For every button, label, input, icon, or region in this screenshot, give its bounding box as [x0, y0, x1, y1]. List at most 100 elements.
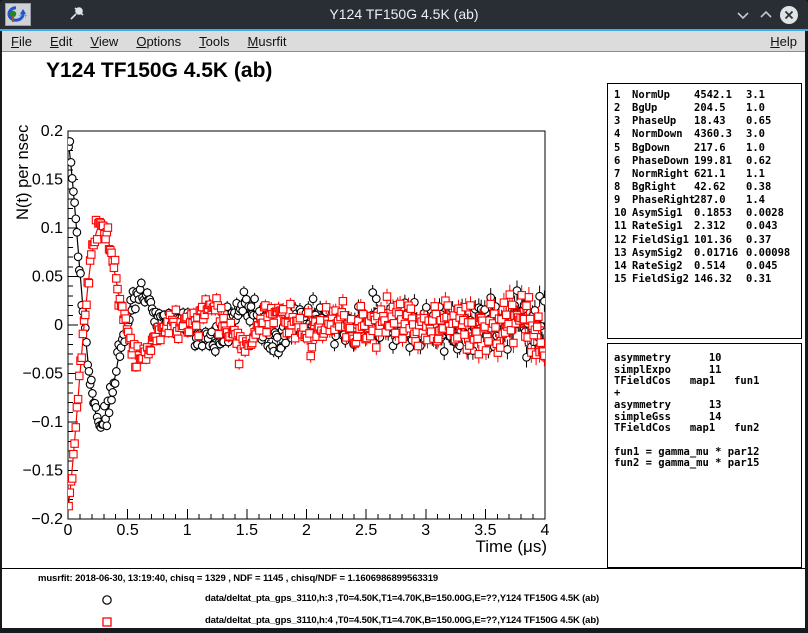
param-row: 11RateSig12.3120.043	[608, 220, 801, 233]
param-name: BgRight	[632, 181, 676, 193]
param-value: 287.0	[694, 194, 726, 206]
param-row: 8 BgRight 42.62 0.38	[608, 181, 801, 194]
legend-label: data/deltat_pta_gps_3110,h:4 ,T0=4.50K,T…	[205, 615, 599, 626]
y-tick-label: −0.1	[31, 414, 63, 431]
param-error: 1.0	[746, 102, 765, 114]
y-tick-label: 0.15	[32, 172, 63, 189]
menu-file[interactable]: File	[2, 32, 41, 51]
data-markers	[65, 216, 548, 509]
close-button[interactable]	[778, 4, 800, 26]
x-tick-label: 1.5	[236, 522, 258, 539]
y-axis-title: N(t) per nsec	[14, 125, 32, 220]
param-name: RateSig1	[632, 220, 683, 232]
fit-status-line: musrfit: 2018-06-30, 13:19:40, chisq = 1…	[38, 573, 438, 584]
menu-help[interactable]: Help	[762, 32, 805, 51]
maximize-button[interactable]	[755, 4, 777, 26]
y-tick-label: 0.2	[41, 123, 63, 140]
menu-edit[interactable]: Edit	[41, 32, 81, 51]
param-index: 15	[614, 273, 627, 285]
param-row: 13AsymSig20.017160.00098	[608, 247, 801, 260]
legend-entry-2: data/deltat_pta_gps_3110,h:4 ,T0=4.50K,T…	[2, 614, 805, 628]
root-canvas[interactable]: Y124 TF150G 4.5K (ab)00.511.522.533.540.…	[2, 52, 805, 628]
param-index: 9	[614, 194, 620, 206]
param-index: 5	[614, 142, 620, 154]
y-tick-label: −0.2	[31, 511, 63, 528]
legend-circle-marker-icon	[101, 593, 113, 611]
param-value: 0.514	[694, 260, 726, 272]
param-row: 4NormDown4360.33.0	[608, 128, 801, 141]
root-app-icon: ++	[5, 3, 31, 26]
param-error: 1.1	[746, 168, 765, 180]
y-tick-label: −0.15	[23, 463, 64, 480]
plot-area[interactable]: Y124 TF150G 4.5K (ab)00.511.522.533.540.…	[2, 52, 602, 567]
param-value: 0.1853	[694, 207, 732, 219]
legend-entry-1: data/deltat_pta_gps_3110,h:3 ,T0=4.50K,T…	[2, 592, 805, 606]
param-error: 0.62	[746, 155, 771, 167]
param-row: 10AsymSig10.18530.0028	[608, 207, 801, 220]
param-row: 3PhaseUp18.430.65	[608, 115, 801, 128]
param-index: 7	[614, 168, 620, 180]
minimize-button[interactable]	[732, 4, 754, 26]
param-row: 5BgDown217.61.0	[608, 142, 801, 155]
legend-square-marker-icon	[101, 615, 113, 628]
param-name: RateSig2	[632, 260, 683, 272]
musrview-window: ++ Y124 TF150G 4.5K (ab)	[0, 0, 808, 633]
param-value: 2.312	[694, 220, 726, 232]
parameter-table: 1 NormUp 4542.1 3.12BgUp204.51.03PhaseUp18.…	[607, 83, 802, 339]
param-error: 0.00098	[746, 247, 790, 259]
data-markers	[65, 138, 548, 432]
param-row: 15 FieldSig2 146.32 0.31	[608, 273, 801, 286]
param-index: 14	[614, 260, 627, 272]
y-tick-label: −0.05	[23, 366, 64, 383]
x-tick-label: 2.5	[355, 522, 377, 539]
param-row: 9PhaseRight287.01.4	[608, 194, 801, 207]
param-error: 0.38	[746, 181, 771, 193]
pin-icon[interactable]	[68, 5, 86, 23]
param-index: 13	[614, 247, 627, 259]
param-name: PhaseUp	[632, 115, 676, 127]
param-index: 8	[614, 181, 620, 193]
param-row: 6 PhaseDown 199.81 0.62	[608, 155, 801, 168]
param-index: 1	[614, 89, 620, 101]
titlebar[interactable]: ++ Y124 TF150G 4.5K (ab)	[0, 0, 808, 29]
menu-tools[interactable]: Tools	[190, 32, 238, 51]
menu-options[interactable]: Options	[127, 32, 190, 51]
param-name: PhaseDown	[632, 155, 689, 167]
param-error: 3.0	[746, 128, 765, 140]
param-error: 0.045	[746, 260, 778, 272]
x-tick-label: 0	[64, 522, 73, 539]
param-index: 12	[614, 234, 627, 246]
param-error: 0.65	[746, 115, 771, 127]
param-name: NormRight	[632, 168, 689, 180]
param-value: 199.81	[694, 155, 732, 167]
menu-musrfit[interactable]: Musrfit	[239, 32, 296, 51]
param-value: 146.32	[694, 273, 732, 285]
param-value: 42.62	[694, 181, 726, 193]
param-row: 2BgUp204.51.0	[608, 102, 801, 115]
svg-text:++: ++	[18, 13, 28, 20]
x-tick-label: 3	[421, 522, 430, 539]
param-value: 4542.1	[694, 89, 732, 101]
x-tick-label: 2	[302, 522, 311, 539]
x-tick-label: 1	[183, 522, 192, 539]
param-name: AsymSig1	[632, 207, 683, 219]
param-index: 2	[614, 102, 620, 114]
param-name: FieldSig2	[632, 273, 689, 285]
x-tick-label: 0.5	[117, 522, 139, 539]
menu-view[interactable]: View	[81, 32, 127, 51]
x-axis-title: Time (μs)	[476, 537, 548, 556]
param-value: 621.1	[694, 168, 726, 180]
series-h3	[65, 137, 548, 431]
legend-label: data/deltat_pta_gps_3110,h:3 ,T0=4.50K,T…	[205, 593, 599, 604]
param-name: NormUp	[632, 89, 670, 101]
param-row: 12FieldSig1101.360.37	[608, 234, 801, 247]
param-error: 3.1	[746, 89, 765, 101]
param-index: 6	[614, 155, 620, 167]
param-index: 4	[614, 128, 620, 140]
window-title: Y124 TF150G 4.5K (ab)	[120, 0, 688, 29]
param-index: 11	[614, 220, 627, 232]
y-tick-label: 0	[54, 317, 63, 334]
param-error: 0.31	[746, 273, 771, 285]
param-value: 4360.3	[694, 128, 732, 140]
param-row: 7 NormRight 621.1 1.1	[608, 168, 801, 181]
